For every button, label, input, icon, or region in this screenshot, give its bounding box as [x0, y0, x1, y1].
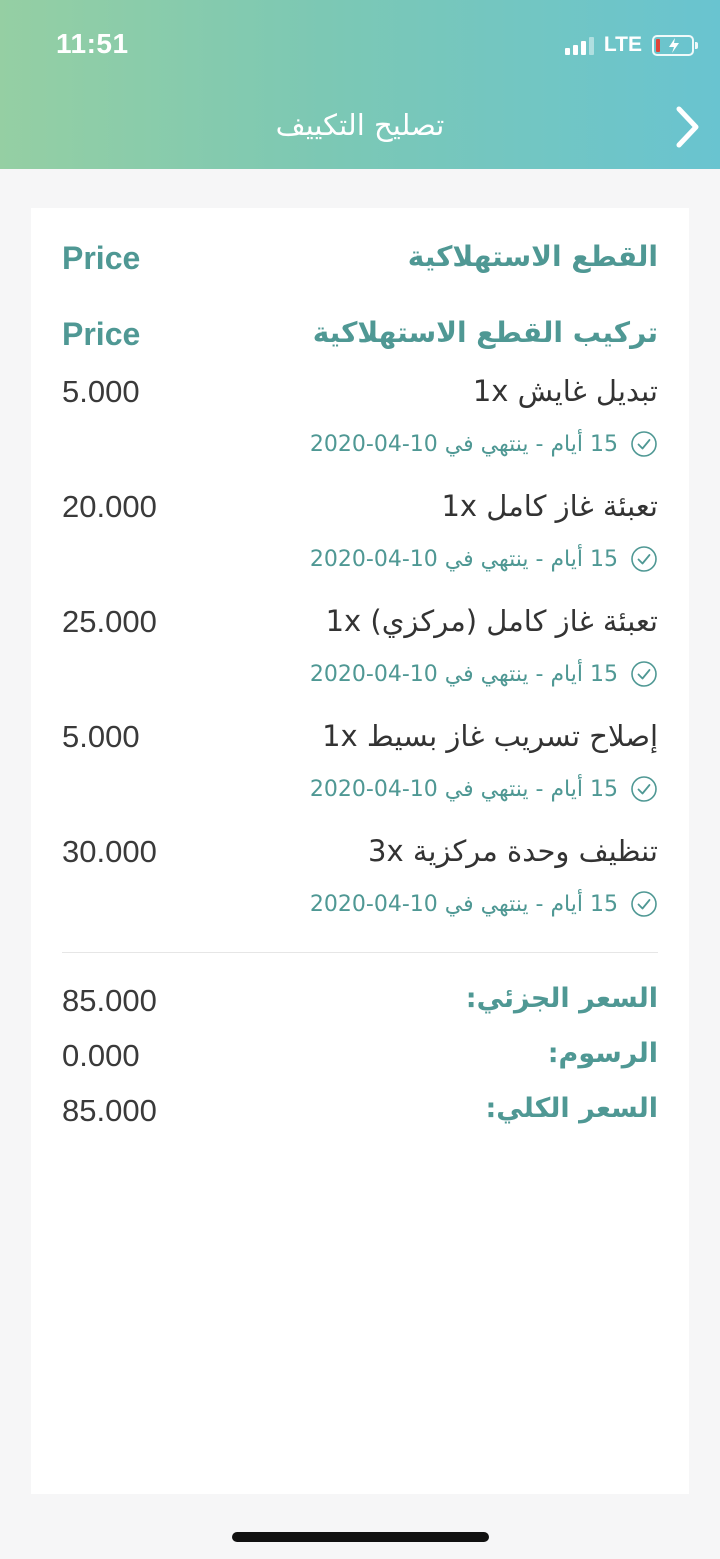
check-circle-icon: [631, 891, 657, 917]
item-note: 15 أيام - ينتهي في 10-04-2020: [309, 891, 618, 917]
item-price: 5.000: [62, 374, 140, 409]
battery-icon: [652, 34, 698, 56]
item-price: 25.000: [62, 604, 157, 639]
item-status: 15 أيام - ينتهي في 10-04-2020: [310, 660, 658, 688]
total-value: 85.000: [62, 1093, 157, 1128]
item-status: 15 أيام - ينتهي في 10-04-2020: [310, 775, 658, 803]
chevron-right-icon: [676, 106, 699, 148]
item-note: 15 أيام - ينتهي في 10-04-2020: [309, 776, 618, 802]
subtotal-label: السعر الجزئي:: [465, 983, 658, 1014]
item-status: 15 أيام - ينتهي في 10-04-2020: [310, 890, 658, 918]
home-indicator[interactable]: [232, 1532, 489, 1542]
item-price: 20.000: [62, 489, 157, 524]
fees-label: الرسوم:: [547, 1038, 658, 1069]
order-details-card: القطع الاستهلاكية Price تركيب القطع الاس…: [31, 208, 689, 1494]
network-label: LTE: [603, 33, 642, 56]
item-name: تعبئة غاز كامل (مركزي) 1x: [325, 604, 658, 638]
item-note: 15 أيام - ينتهي في 10-04-2020: [309, 661, 618, 687]
app-header: 11:51 LTE تصليح التكييف: [0, 0, 720, 169]
item-note: 15 أيام - ينتهي في 10-04-2020: [309, 431, 618, 457]
item-name: تنظيف وحدة مركزية 3x: [368, 834, 658, 868]
section-label: تركيب القطع الاستهلاكية: [312, 316, 658, 349]
signal-icon: [564, 35, 594, 55]
check-circle-icon: [631, 776, 657, 802]
item-name: إصلاح تسريب غاز بسيط 1x: [322, 719, 658, 753]
section-label: القطع الاستهلاكية: [407, 240, 658, 273]
price-column-label: Price: [62, 240, 141, 276]
item-status: 15 أيام - ينتهي في 10-04-2020: [310, 545, 658, 573]
check-circle-icon: [631, 661, 657, 687]
status-indicators: LTE: [564, 30, 698, 60]
page-title: تصليح التكييف: [275, 108, 445, 142]
item-status: 15 أيام - ينتهي في 10-04-2020: [310, 430, 658, 458]
item-name: تعبئة غاز كامل 1x: [441, 489, 658, 523]
fees-value: 0.000: [62, 1038, 140, 1073]
item-price: 5.000: [62, 719, 140, 754]
check-circle-icon: [631, 431, 657, 457]
item-price: 30.000: [62, 834, 157, 869]
item-note: 15 أيام - ينتهي في 10-04-2020: [309, 546, 618, 572]
back-button[interactable]: [670, 104, 706, 150]
subtotal-value: 85.000: [62, 983, 157, 1018]
divider: [62, 952, 658, 953]
status-time: 11:51: [56, 28, 129, 59]
total-label: السعر الكلي:: [485, 1093, 658, 1124]
price-column-label: Price: [62, 316, 141, 352]
check-circle-icon: [631, 546, 657, 572]
item-name: تبديل غايش 1x: [472, 374, 658, 408]
